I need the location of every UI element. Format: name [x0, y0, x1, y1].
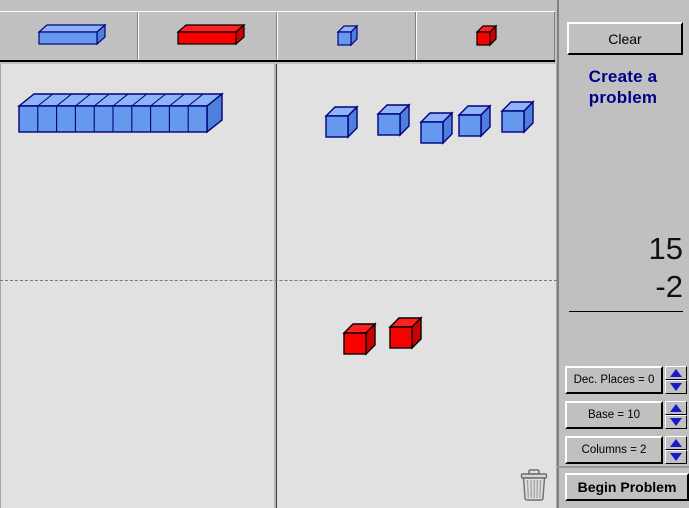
base-arrows [665, 401, 687, 429]
blue-cube[interactable] [376, 102, 412, 138]
create-problem-line-1: Create a [588, 67, 658, 86]
chevron-down-icon [670, 383, 682, 391]
columns-decrement-button[interactable] [665, 450, 687, 464]
red-cube[interactable] [342, 321, 378, 357]
blue-cube[interactable] [500, 99, 536, 135]
row-divider [0, 280, 557, 281]
workspace-left-edge [0, 64, 1, 508]
problem-top-operand: 15 [648, 231, 683, 266]
dec-places-increment-button[interactable] [665, 366, 687, 380]
columns-arrows [665, 436, 687, 464]
base-increment-button[interactable] [665, 401, 687, 415]
base-decrement-button[interactable] [665, 415, 687, 429]
dec-places-decrement-button[interactable] [665, 380, 687, 394]
trash-can-icon[interactable] [518, 468, 550, 507]
blue-cube-icon [334, 23, 360, 49]
red-cube-icon [473, 23, 499, 49]
blue-cube[interactable] [324, 104, 360, 140]
control-panel: Clear Create a problem 15 -2 Dec. Places… [557, 0, 689, 508]
dec-places-spinner: Dec. Places = 0 [565, 366, 689, 394]
blue-rod-tool[interactable] [0, 12, 138, 60]
chevron-down-icon [670, 418, 682, 426]
block-workspace[interactable] [0, 64, 557, 508]
block-toolbar [0, 0, 557, 64]
base-label[interactable]: Base = 10 [565, 401, 663, 429]
blue-cube[interactable] [419, 110, 455, 146]
column-divider [276, 64, 277, 508]
problem-bottom-operand: -2 [655, 269, 683, 304]
columns-increment-button[interactable] [665, 436, 687, 450]
problem-rule-line [569, 311, 683, 312]
blue-cube-tool[interactable] [277, 12, 416, 60]
problem-display: 15 -2 [557, 230, 689, 312]
application-window: Clear Create a problem 15 -2 Dec. Places… [0, 0, 689, 508]
chevron-up-icon [670, 404, 682, 412]
dec-places-label[interactable]: Dec. Places = 0 [565, 366, 663, 394]
column-divider-shadow [274, 64, 276, 508]
panel-bottom-divider [557, 466, 689, 468]
create-problem-line-2: problem [588, 88, 658, 107]
red-rod-tool[interactable] [138, 12, 277, 60]
blue-rod[interactable] [17, 92, 229, 140]
columns-spinner: Columns = 2 [565, 436, 689, 464]
begin-problem-button[interactable]: Begin Problem [565, 473, 689, 501]
chevron-down-icon [670, 453, 682, 461]
blue-rod-icon [31, 22, 107, 50]
red-cube[interactable] [388, 315, 424, 351]
columns-label[interactable]: Columns = 2 [565, 436, 663, 464]
clear-button[interactable]: Clear [567, 22, 683, 55]
base-spinner: Base = 10 [565, 401, 689, 429]
toolbar-button-group [0, 11, 555, 62]
chevron-up-icon [670, 369, 682, 377]
create-problem-heading: Create a problem [557, 66, 689, 108]
chevron-up-icon [670, 439, 682, 447]
dec-places-arrows [665, 366, 687, 394]
red-rod-icon [170, 22, 246, 50]
red-cube-tool[interactable] [416, 12, 555, 60]
blue-cube[interactable] [457, 103, 493, 139]
